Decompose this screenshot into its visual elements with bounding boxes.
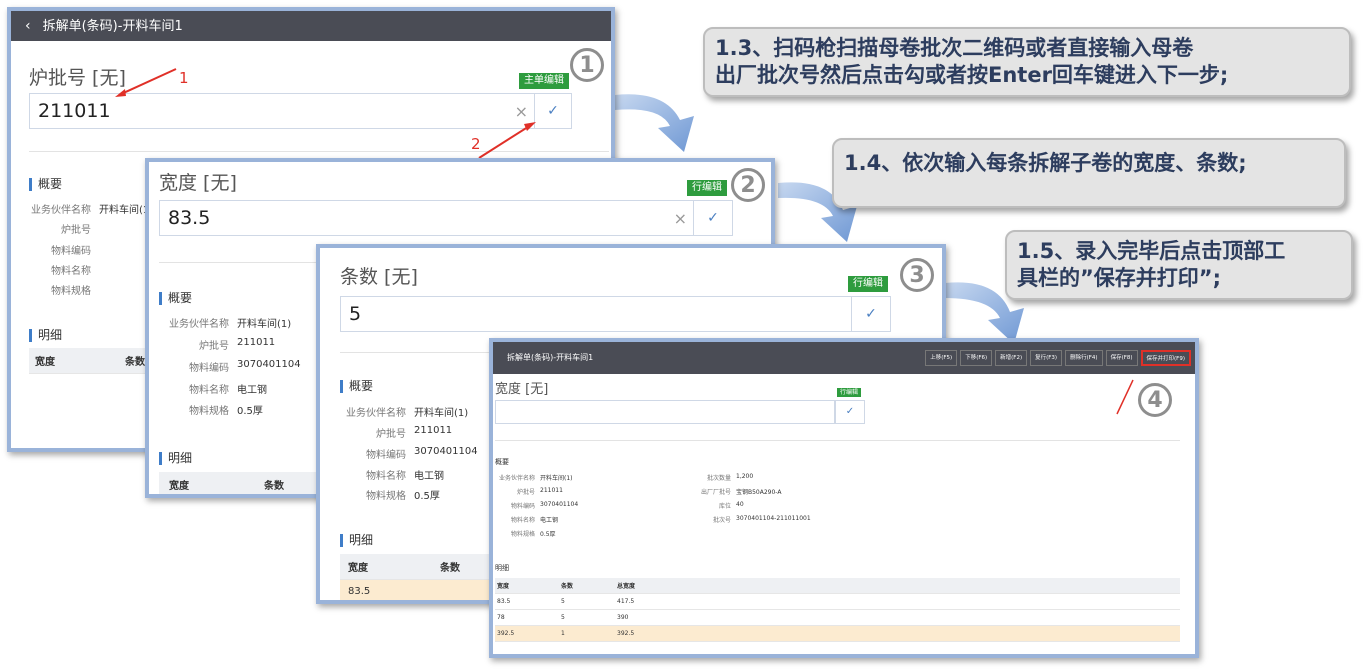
flow-arrow-1 bbox=[615, 94, 694, 152]
callout-step-1-3: 1.3、扫码枪扫描母卷批次二维码或者直接输入母卷 出厂批次号然后点击勾或者按En… bbox=[703, 27, 1351, 97]
overview-row: 物料规格 bbox=[51, 286, 91, 297]
row-edit-tag: 行编辑 bbox=[687, 180, 727, 196]
overview-title: 概要 bbox=[159, 292, 192, 305]
width-value: 83.5 bbox=[168, 207, 211, 229]
table-row[interactable]: 83.5 5 417.5 bbox=[495, 593, 1180, 610]
overview-row: 物料名称 bbox=[51, 266, 91, 277]
overview-row: 业务伙伴名称 开料车间(1) bbox=[498, 475, 573, 482]
overview-row: 物料编码 3070401104 bbox=[366, 446, 478, 461]
annotation-arrows bbox=[115, 68, 536, 159]
callout-3-line1: 1.5、录入完毕后点击顶部工 bbox=[1017, 239, 1286, 263]
overview-row: 库位 40 bbox=[718, 501, 744, 510]
count-label: 条数 [无] bbox=[340, 266, 418, 288]
step-4-badge: 4 bbox=[1138, 383, 1172, 417]
overview-row: 批次数量 1,200 bbox=[706, 473, 754, 482]
overview-row: 炉批号 bbox=[61, 225, 91, 236]
confirm-check-button[interactable]: ✓ bbox=[851, 296, 891, 332]
overview-row: 物料编码 bbox=[51, 246, 91, 257]
detail-title: 明细 bbox=[29, 329, 62, 342]
overview-row: 物料名称 电工钢 bbox=[189, 385, 267, 396]
overview-row: 物料规格 0.5厚 bbox=[510, 531, 556, 538]
callout-step-1-5: 1.5、录入完毕后点击顶部工 具栏的”保存并打印”; bbox=[1005, 230, 1353, 300]
step-2-badge: 2 bbox=[731, 168, 765, 202]
overview-row: 出厂厂批号 宝钢B50A290-A bbox=[700, 489, 782, 496]
step-1-badge: 1 bbox=[570, 48, 604, 82]
overview-row: 炉批号 211011 bbox=[199, 337, 276, 352]
clear-icon[interactable]: × bbox=[674, 209, 687, 228]
overview-row: 物料编码 3070401104 bbox=[510, 501, 579, 510]
overview-row: 业务伙伴名称 开料车间(1) bbox=[169, 319, 292, 330]
overview-row: 批次号 3070401104-211011001 bbox=[712, 515, 811, 524]
overview-row: 物料规格 0.5厚 bbox=[189, 406, 263, 417]
callout-2-text: 1.4、依次输入每条拆解子卷的宽度、条数; bbox=[844, 151, 1247, 175]
table-header-row: 宽度 条数 总宽度 bbox=[495, 578, 1180, 594]
annotation-arrow-4 bbox=[1116, 379, 1134, 415]
callout-1-line2: 出厂批次号然后点击勾或者按Enter回车键进入下一步; bbox=[715, 63, 1229, 87]
table-row[interactable]: 78 5 390 bbox=[495, 609, 1180, 626]
count-value: 5 bbox=[349, 303, 362, 325]
detail-title: 明细 bbox=[495, 564, 509, 572]
count-input[interactable]: 5 bbox=[340, 296, 852, 332]
overview-row: 炉批号 211011 bbox=[376, 425, 453, 440]
width-label: 宽度 [无] bbox=[159, 172, 237, 194]
panel-step4: 拆解单(条码)-开料车间1 上移(F5) 下移(F6) 新增(F2) 复行(F3) 删除… bbox=[489, 338, 1199, 658]
row-edit-tag: 行编辑 bbox=[848, 276, 888, 292]
step-3-badge: 3 bbox=[900, 258, 934, 292]
detail-title: 明细 bbox=[159, 452, 192, 465]
overview-title: 概要 bbox=[340, 380, 373, 393]
detail-title: 明细 bbox=[340, 534, 373, 547]
overview-row: 炉批号 211011 bbox=[516, 487, 563, 496]
overview-row: 物料规格 0.5厚 bbox=[366, 491, 440, 502]
overview-row: 物料名称 电工钢 bbox=[366, 471, 444, 482]
callout-step-1-4: 1.4、依次输入每条拆解子卷的宽度、条数; bbox=[832, 138, 1346, 208]
overview-title: 概要 bbox=[29, 178, 62, 191]
detail-table: 宽度 条数 总宽度 83.5 5 417.5 78 5 390 392.5 1 392.5 bbox=[495, 578, 1180, 642]
overview-row: 业务伙伴名称 开料车间(1) bbox=[346, 408, 469, 419]
overview-row: 物料编码 3070401104 bbox=[189, 359, 301, 374]
width-input[interactable]: 83.5 × bbox=[159, 200, 694, 236]
confirm-check-button[interactable]: ✓ bbox=[693, 200, 733, 236]
callout-3-line2: 具栏的”保存并打印”; bbox=[1017, 266, 1222, 290]
overview-row: 物料名称 电工钢 bbox=[510, 517, 559, 524]
overview-title: 概要 bbox=[495, 458, 509, 466]
overview-row: 业务伙伴名称 开料车间(1) bbox=[31, 205, 154, 216]
table-row[interactable]: 392.5 1 392.5 bbox=[495, 625, 1180, 642]
callout-1-line1: 1.3、扫码枪扫描母卷批次二维码或者直接输入母卷 bbox=[715, 36, 1194, 60]
